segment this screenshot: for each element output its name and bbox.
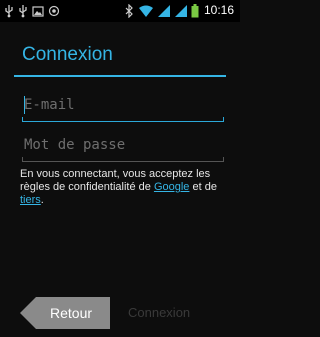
usb-icon	[5, 5, 13, 18]
password-input[interactable]	[22, 132, 226, 158]
email-input[interactable]	[22, 92, 226, 118]
signal-icon	[175, 5, 187, 17]
terms-text: En vous connectant, vous acceptez les rè…	[20, 168, 225, 207]
text-cursor	[24, 96, 25, 114]
back-button-label: Retour	[50, 305, 93, 321]
camera-icon	[48, 5, 60, 17]
google-link[interactable]: Google	[154, 181, 189, 193]
usb-icon	[19, 5, 27, 18]
wifi-icon	[139, 5, 153, 17]
battery-icon	[191, 4, 199, 18]
image-icon	[32, 6, 44, 17]
connect-button[interactable]: Connexion	[128, 305, 190, 320]
signal-icon	[158, 5, 170, 17]
password-field[interactable]	[22, 132, 226, 162]
email-field[interactable]	[22, 92, 226, 122]
terms-middle: et de	[189, 181, 217, 193]
terms-suffix: .	[40, 194, 44, 206]
title-divider	[14, 75, 226, 77]
back-button[interactable]: Retour	[20, 296, 110, 330]
clock: 10:16	[203, 3, 234, 17]
tiers-link[interactable]: tiers	[20, 194, 41, 206]
bluetooth-icon	[125, 4, 133, 18]
status-bar: 10:16	[0, 0, 240, 22]
page-title: Connexion	[22, 44, 113, 65]
